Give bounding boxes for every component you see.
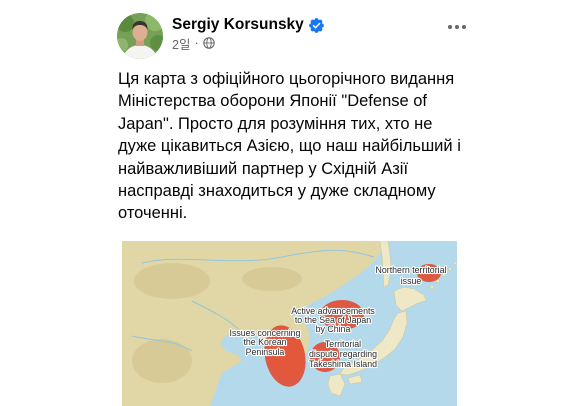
- mountain-relief: [132, 339, 192, 383]
- badge-scallop: [308, 17, 324, 33]
- map-label-line: issue: [401, 276, 422, 286]
- verified-badge-icon-graphic: [308, 17, 324, 33]
- post-timestamp-link[interactable]: 2일: [172, 34, 190, 53]
- map-label-line: by China: [316, 324, 351, 334]
- globe-icon-graphic: [202, 37, 215, 49]
- post-text-line: Japan". Просто для розуміння тих, хто не: [118, 114, 433, 133]
- avatar[interactable]: [117, 13, 163, 59]
- globe-icon: [202, 37, 215, 49]
- mountain-relief: [134, 263, 210, 299]
- map-label-line: Peninsula: [246, 347, 285, 357]
- more-options-button[interactable]: [445, 17, 469, 37]
- author-name-link[interactable]: Sergiy Korsunsky: [172, 14, 304, 36]
- verified-badge-icon: [308, 17, 324, 33]
- post-text-line: Ця карта з офіційного цьогорічного видан…: [118, 70, 455, 88]
- post-text: Ця карта з офіційного цьогорічного видан…: [118, 68, 461, 225]
- map-label-line: dispute regarding: [309, 349, 377, 359]
- post-meta: 2일 ·: [172, 34, 215, 53]
- meta-separator: ·: [194, 36, 199, 50]
- post-text-line: насправді знаходиться у дуже складному: [118, 181, 436, 200]
- post-text-line: дуже цікавиться Азією, що наш найбільший…: [118, 137, 461, 156]
- map-label-line: Territorial: [325, 339, 361, 349]
- post-image-map[interactable]: Northern territorial issue Active advanc…: [122, 241, 457, 406]
- map-label-line: the Korean: [243, 337, 286, 347]
- mountain-relief: [242, 267, 302, 291]
- post-text-line: найважливіший партнер у Східній Азії: [118, 159, 409, 178]
- avatar-photo: [117, 13, 163, 59]
- map-label-line: Takeshima Island: [309, 359, 377, 369]
- east-asia-map: Northern territorial issue Active advanc…: [122, 241, 457, 406]
- post-author: Sergiy Korsunsky: [172, 14, 324, 36]
- map-label-line: Northern territorial: [376, 265, 447, 275]
- post-text-line: оточенні.: [118, 204, 188, 223]
- more-options-icon: [448, 25, 466, 29]
- post-text-line: Міністерства оборони Японії "Defense of: [118, 92, 428, 111]
